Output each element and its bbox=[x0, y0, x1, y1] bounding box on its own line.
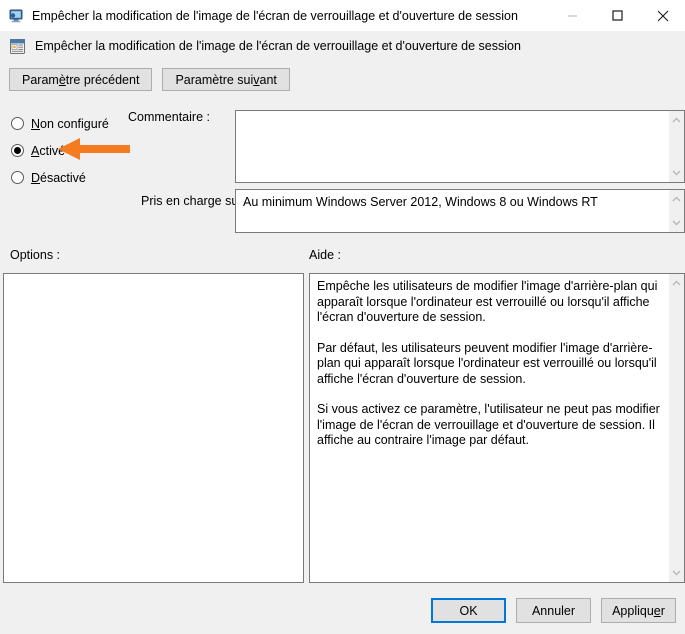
apply-label: Appliquer bbox=[612, 603, 665, 618]
scroll-down-icon[interactable] bbox=[669, 566, 685, 580]
scroll-down-icon[interactable] bbox=[669, 166, 685, 180]
radio-mark-disabled bbox=[11, 171, 24, 184]
radio-label-disabled: Désactivé bbox=[31, 170, 86, 185]
help-content: Empêche les utilisateurs de modifier l'i… bbox=[310, 274, 668, 582]
cancel-button[interactable]: Annuler bbox=[516, 598, 591, 623]
scroll-down-icon[interactable] bbox=[669, 216, 685, 230]
window-title: Empêcher la modification de l'image de l… bbox=[32, 8, 518, 23]
ok-button[interactable]: OK bbox=[431, 598, 506, 623]
previous-setting-label: Paramètre précédent bbox=[22, 72, 140, 87]
help-paragraph: Par défaut, les utilisateurs peuvent mod… bbox=[317, 340, 657, 386]
scroll-up-icon[interactable] bbox=[669, 113, 685, 127]
radio-label-not-configured: Non configuré bbox=[31, 116, 109, 131]
radio-mark-enabled bbox=[11, 144, 24, 157]
close-icon[interactable] bbox=[640, 0, 685, 31]
setting-header: Empêcher la modification de l'image de l… bbox=[0, 31, 685, 61]
options-panel[interactable] bbox=[3, 273, 304, 583]
radio-mark-not-configured bbox=[11, 117, 24, 130]
supported-on-textarea[interactable]: Au minimum Windows Server 2012, Windows … bbox=[235, 189, 685, 233]
radio-label-enabled: Activé bbox=[31, 143, 66, 158]
scroll-up-icon[interactable] bbox=[669, 192, 685, 206]
apply-button[interactable]: Appliquer bbox=[601, 598, 676, 623]
support-label: Pris en charge sur : bbox=[141, 194, 250, 208]
comment-textarea[interactable] bbox=[235, 110, 685, 183]
radio-enabled[interactable]: Activé bbox=[11, 137, 126, 164]
setting-title: Empêcher la modification de l'image de l… bbox=[35, 39, 521, 53]
next-setting-label: Paramètre suivant bbox=[175, 72, 277, 87]
monitor-icon bbox=[8, 8, 24, 24]
setting-state-radio-group: Non configuré Activé Désactivé bbox=[11, 110, 126, 191]
next-setting-button[interactable]: Paramètre suivant bbox=[162, 68, 290, 91]
maximize-icon[interactable] bbox=[595, 0, 640, 31]
radio-not-configured[interactable]: Non configuré bbox=[11, 110, 126, 137]
scroll-up-icon[interactable] bbox=[669, 276, 685, 290]
minimize-icon[interactable] bbox=[550, 0, 595, 31]
supported-on-value: Au minimum Windows Server 2012, Windows … bbox=[243, 195, 598, 209]
comment-label: Commentaire : bbox=[128, 110, 210, 124]
title-bar: Empêcher la modification de l'image de l… bbox=[0, 0, 685, 31]
radio-disabled[interactable]: Désactivé bbox=[11, 164, 126, 191]
window-controls bbox=[550, 0, 685, 31]
help-paragraph: Empêche les utilisateurs de modifier l'i… bbox=[317, 279, 658, 324]
navigation-toolbar: Paramètre précédent Paramètre suivant bbox=[9, 68, 290, 91]
comment-value[interactable] bbox=[236, 111, 668, 182]
dialog-buttons: OK Annuler Appliquer bbox=[431, 598, 676, 623]
previous-setting-button[interactable]: Paramètre précédent bbox=[9, 68, 153, 91]
policy-setting-icon bbox=[9, 38, 26, 55]
help-scrollbar[interactable] bbox=[668, 274, 684, 582]
options-content bbox=[4, 274, 303, 582]
supported-on-scrollbar[interactable] bbox=[668, 190, 684, 232]
comment-scrollbar[interactable] bbox=[668, 111, 684, 182]
options-label: Options : bbox=[10, 248, 61, 262]
help-label: Aide : bbox=[309, 248, 341, 262]
help-panel[interactable]: Empêche les utilisateurs de modifier l'i… bbox=[309, 273, 685, 583]
help-paragraph: Si vous activez ce paramètre, l'utilisat… bbox=[317, 402, 660, 447]
